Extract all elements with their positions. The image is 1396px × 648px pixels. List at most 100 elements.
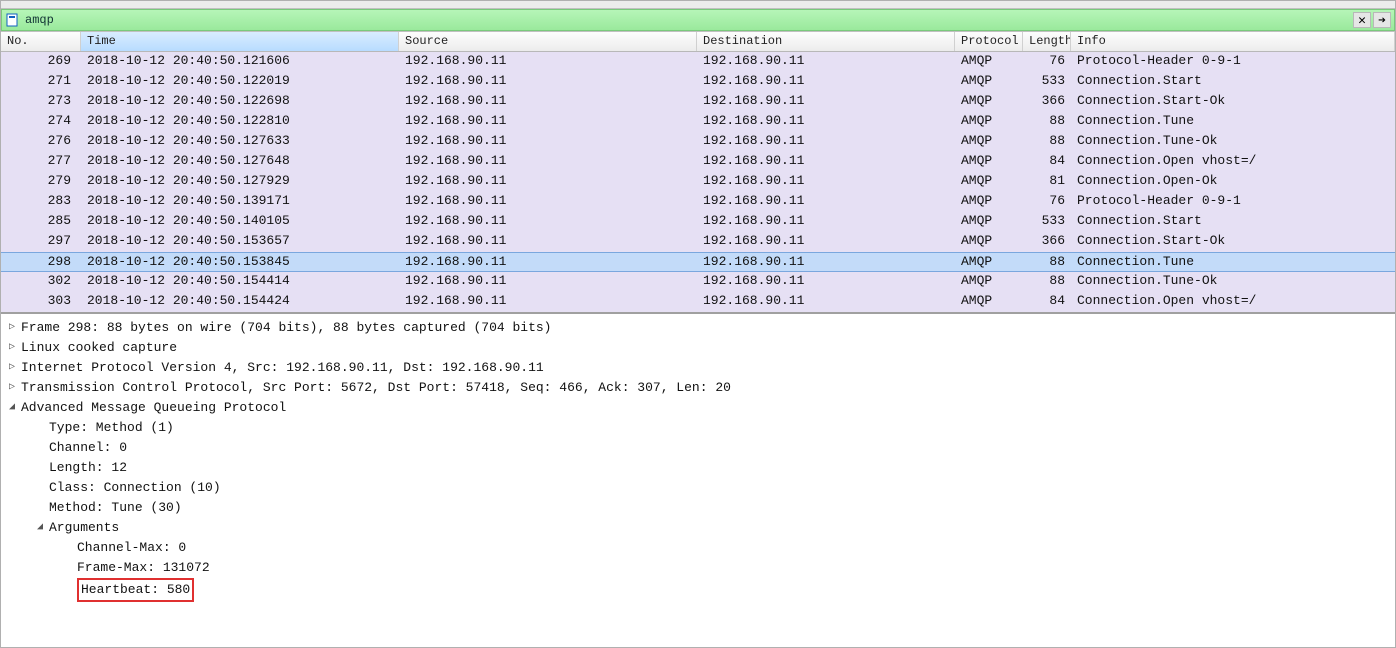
- bookmark-icon[interactable]: [5, 13, 19, 27]
- display-filter-bar: ✕ ➔: [1, 9, 1395, 31]
- cell-time: 2018-10-12 20:40:50.122019: [81, 72, 399, 92]
- packet-list-header[interactable]: No. Time Source Destination Protocol Len…: [1, 32, 1395, 52]
- cell-time: 2018-10-12 20:40:50.154414: [81, 272, 399, 292]
- clear-filter-button[interactable]: ✕: [1353, 12, 1371, 28]
- tree-amqp-type[interactable]: Type: Method (1): [7, 418, 1393, 438]
- tree-label: Frame-Max: 131072: [77, 558, 210, 578]
- cell-time: 2018-10-12 20:40:50.154424: [81, 292, 399, 312]
- packet-row[interactable]: 3022018-10-12 20:40:50.154414192.168.90.…: [1, 272, 1395, 292]
- cell-len: 76: [1023, 192, 1071, 212]
- cell-proto: AMQP: [955, 92, 1023, 112]
- packet-row[interactable]: 3032018-10-12 20:40:50.154424192.168.90.…: [1, 292, 1395, 312]
- chevron-down-icon[interactable]: ◢: [35, 518, 45, 538]
- tree-arg-heartbeat[interactable]: Heartbeat: 580: [7, 578, 1393, 602]
- cell-dst: 192.168.90.11: [697, 112, 955, 132]
- cell-info: Connection.Tune: [1071, 112, 1395, 132]
- chevron-down-icon[interactable]: ◢: [7, 398, 17, 418]
- tree-label: Advanced Message Queueing Protocol: [21, 398, 286, 418]
- tree-frame[interactable]: ▷ Frame 298: 88 bytes on wire (704 bits)…: [7, 318, 1393, 338]
- tree-label: Heartbeat: 580: [81, 582, 190, 597]
- tree-label: Class: Connection (10): [49, 478, 221, 498]
- cell-time: 2018-10-12 20:40:50.140105: [81, 212, 399, 232]
- cell-dst: 192.168.90.11: [697, 152, 955, 172]
- tree-label: Channel-Max: 0: [77, 538, 186, 558]
- cell-src: 192.168.90.11: [399, 152, 697, 172]
- packet-row[interactable]: 2742018-10-12 20:40:50.122810192.168.90.…: [1, 112, 1395, 132]
- chevron-right-icon[interactable]: ▷: [7, 378, 17, 398]
- packet-row[interactable]: 2692018-10-12 20:40:50.121606192.168.90.…: [1, 52, 1395, 72]
- col-header-protocol[interactable]: Protocol: [955, 32, 1023, 51]
- chevron-right-icon[interactable]: ▷: [7, 338, 17, 358]
- packet-row[interactable]: 2772018-10-12 20:40:50.127648192.168.90.…: [1, 152, 1395, 172]
- cell-src: 192.168.90.11: [399, 272, 697, 292]
- cell-info: Connection.Start: [1071, 72, 1395, 92]
- tree-arg-frame-max[interactable]: Frame-Max: 131072: [7, 558, 1393, 578]
- cell-no: 298: [1, 253, 81, 271]
- cell-src: 192.168.90.11: [399, 192, 697, 212]
- packet-row[interactable]: 2732018-10-12 20:40:50.122698192.168.90.…: [1, 92, 1395, 112]
- cell-no: 303: [1, 292, 81, 312]
- col-header-info[interactable]: Info: [1071, 32, 1395, 51]
- tree-amqp[interactable]: ◢ Advanced Message Queueing Protocol: [7, 398, 1393, 418]
- cell-dst: 192.168.90.11: [697, 232, 955, 252]
- tree-tcp[interactable]: ▷ Transmission Control Protocol, Src Por…: [7, 378, 1393, 398]
- packet-row[interactable]: 2712018-10-12 20:40:50.122019192.168.90.…: [1, 72, 1395, 92]
- cell-time: 2018-10-12 20:40:50.127648: [81, 152, 399, 172]
- packet-row[interactable]: 2972018-10-12 20:40:50.153657192.168.90.…: [1, 232, 1395, 252]
- cell-info: Connection.Start: [1071, 212, 1395, 232]
- cell-src: 192.168.90.11: [399, 212, 697, 232]
- cell-proto: AMQP: [955, 72, 1023, 92]
- cell-dst: 192.168.90.11: [697, 92, 955, 112]
- cell-no: 285: [1, 212, 81, 232]
- cell-dst: 192.168.90.11: [697, 253, 955, 271]
- cell-src: 192.168.90.11: [399, 72, 697, 92]
- cell-dst: 192.168.90.11: [697, 272, 955, 292]
- cell-info: Protocol-Header 0-9-1: [1071, 52, 1395, 72]
- cell-src: 192.168.90.11: [399, 292, 697, 312]
- packet-details-pane[interactable]: ▷ Frame 298: 88 bytes on wire (704 bits)…: [1, 314, 1395, 647]
- chevron-right-icon[interactable]: ▷: [7, 358, 17, 378]
- cell-len: 88: [1023, 132, 1071, 152]
- packet-row[interactable]: 2982018-10-12 20:40:50.153845192.168.90.…: [1, 252, 1395, 272]
- packet-row[interactable]: 2792018-10-12 20:40:50.127929192.168.90.…: [1, 172, 1395, 192]
- cell-src: 192.168.90.11: [399, 132, 697, 152]
- cell-len: 84: [1023, 292, 1071, 312]
- packet-row[interactable]: 2832018-10-12 20:40:50.139171192.168.90.…: [1, 192, 1395, 212]
- tree-amqp-class[interactable]: Class: Connection (10): [7, 478, 1393, 498]
- cell-proto: AMQP: [955, 152, 1023, 172]
- tree-amqp-method[interactable]: Method: Tune (30): [7, 498, 1393, 518]
- cell-len: 366: [1023, 232, 1071, 252]
- cell-src: 192.168.90.11: [399, 253, 697, 271]
- cell-info: Connection.Start-Ok: [1071, 232, 1395, 252]
- cell-dst: 192.168.90.11: [697, 292, 955, 312]
- cell-len: 366: [1023, 92, 1071, 112]
- cell-dst: 192.168.90.11: [697, 52, 955, 72]
- tree-ip[interactable]: ▷ Internet Protocol Version 4, Src: 192.…: [7, 358, 1393, 378]
- tree-linux-cooked[interactable]: ▷ Linux cooked capture: [7, 338, 1393, 358]
- cell-time: 2018-10-12 20:40:50.153845: [81, 253, 399, 271]
- cell-proto: AMQP: [955, 192, 1023, 212]
- tree-amqp-length[interactable]: Length: 12: [7, 458, 1393, 478]
- tree-amqp-channel[interactable]: Channel: 0: [7, 438, 1393, 458]
- col-header-length[interactable]: Length: [1023, 32, 1071, 51]
- packet-list-body: 2692018-10-12 20:40:50.121606192.168.90.…: [1, 52, 1395, 312]
- col-header-source[interactable]: Source: [399, 32, 697, 51]
- tree-arg-channel-max[interactable]: Channel-Max: 0: [7, 538, 1393, 558]
- tree-label: Frame 298: 88 bytes on wire (704 bits), …: [21, 318, 552, 338]
- apply-filter-button[interactable]: ➔: [1373, 12, 1391, 28]
- cell-no: 269: [1, 52, 81, 72]
- cell-dst: 192.168.90.11: [697, 192, 955, 212]
- display-filter-input[interactable]: [23, 13, 1349, 27]
- cell-proto: AMQP: [955, 172, 1023, 192]
- packet-row[interactable]: 2762018-10-12 20:40:50.127633192.168.90.…: [1, 132, 1395, 152]
- col-header-no[interactable]: No.: [1, 32, 81, 51]
- cell-info: Protocol-Header 0-9-1: [1071, 192, 1395, 212]
- packet-row[interactable]: 2852018-10-12 20:40:50.140105192.168.90.…: [1, 212, 1395, 232]
- tree-amqp-arguments[interactable]: ◢ Arguments: [7, 518, 1393, 538]
- chevron-right-icon[interactable]: ▷: [7, 318, 17, 338]
- col-header-time[interactable]: Time: [81, 32, 399, 51]
- cell-proto: AMQP: [955, 292, 1023, 312]
- col-header-destination[interactable]: Destination: [697, 32, 955, 51]
- cell-no: 297: [1, 232, 81, 252]
- cell-proto: AMQP: [955, 232, 1023, 252]
